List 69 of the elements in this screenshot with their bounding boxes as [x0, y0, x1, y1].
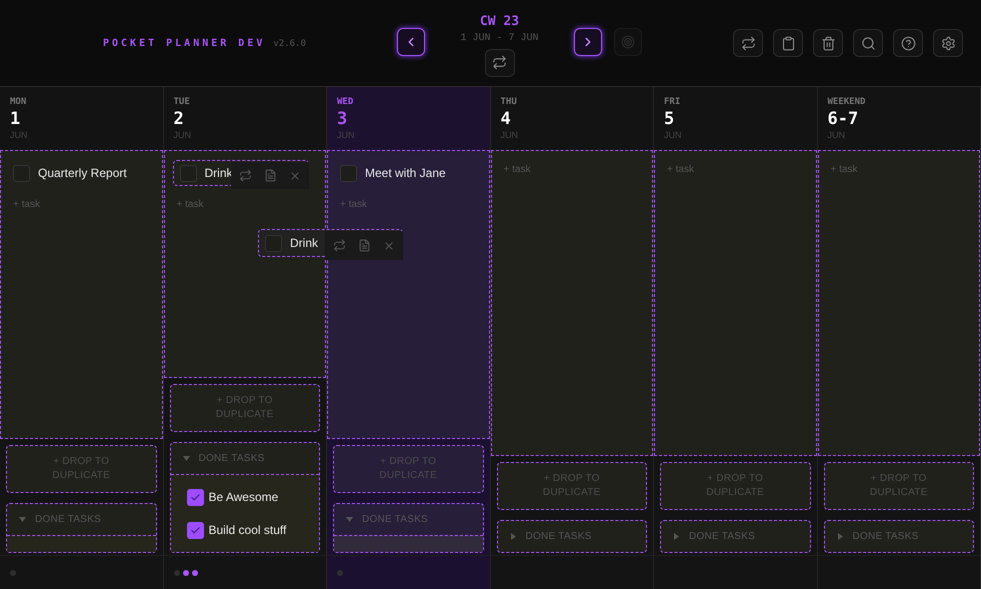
- clipboard-button[interactable]: [773, 29, 803, 57]
- day-number: 6-7: [828, 108, 858, 130]
- task-item[interactable]: Drink: [172, 160, 309, 186]
- day-number: 4: [500, 108, 511, 130]
- close-icon[interactable]: [383, 240, 395, 252]
- checked-checkbox[interactable]: [186, 522, 204, 538]
- target-icon: [621, 35, 635, 49]
- weekday-label: FRI: [664, 96, 680, 108]
- add-task-link[interactable]: + task: [504, 162, 530, 177]
- document-icon[interactable]: [358, 239, 371, 252]
- add-task-link[interactable]: + task: [176, 197, 204, 212]
- close-icon[interactable]: [289, 170, 301, 182]
- task-title: Quarterly Report: [38, 165, 127, 182]
- done-task-item[interactable]: Be Awesome: [186, 488, 303, 506]
- target-button[interactable]: [614, 28, 642, 56]
- repeat-icon[interactable]: [239, 169, 252, 182]
- trash-icon: [820, 36, 836, 50]
- help-icon: [900, 36, 916, 50]
- weekday-label: MON: [10, 96, 26, 108]
- check-icon: [190, 524, 200, 536]
- task-title: Drink: [290, 235, 318, 252]
- day-number: 2: [174, 108, 184, 130]
- repeat-button[interactable]: [733, 29, 763, 57]
- weekday-label: THU: [500, 96, 517, 108]
- day-number: 3: [337, 108, 348, 130]
- task-item[interactable]: Meet with Jane: [340, 160, 476, 186]
- weekday-label: WEEKEND: [828, 96, 866, 108]
- clipboard-icon: [780, 36, 796, 50]
- week-number: CW 23: [480, 13, 520, 31]
- done-tasks-toggle[interactable]: DONE TASKS: [661, 521, 810, 552]
- weekday-label: WED: [337, 96, 354, 108]
- task-title: Be Awesome: [208, 489, 278, 506]
- weekday-label: TUE: [174, 96, 190, 108]
- document-icon[interactable]: [264, 169, 277, 182]
- done-tasks-toggle[interactable]: DONE TASKS: [824, 521, 973, 552]
- checkbox[interactable]: [265, 234, 282, 252]
- search-button[interactable]: [853, 29, 883, 57]
- done-task-item[interactable]: Build cool stuff: [186, 521, 303, 539]
- dragged-task[interactable]: Drink: [258, 229, 403, 257]
- checkbox[interactable]: [340, 164, 357, 182]
- day-number: 5: [664, 108, 674, 130]
- help-button[interactable]: [893, 29, 923, 57]
- day-number: 1: [10, 108, 20, 130]
- trash-button[interactable]: [813, 29, 843, 57]
- app-title: POCKET PLANNER DEV: [103, 37, 266, 51]
- add-task-link[interactable]: + task: [830, 162, 858, 177]
- task-title: Drink: [204, 165, 233, 182]
- done-tasks-toggle[interactable]: DONE TASKS: [498, 521, 646, 552]
- task-item[interactable]: Quarterly Report: [13, 160, 150, 186]
- settings-button[interactable]: [933, 29, 963, 57]
- add-task-link[interactable]: + task: [667, 162, 694, 177]
- next-week-button[interactable]: [574, 28, 602, 56]
- done-tasks-toggle[interactable]: DONE TASKS: [170, 443, 319, 474]
- date-range: 1 JUN - 7 JUN: [460, 32, 538, 46]
- version-label: v2.6.0: [273, 38, 306, 51]
- repeat-icon: [492, 55, 507, 70]
- repeat-icon: [740, 36, 756, 50]
- previous-week-button[interactable]: [397, 28, 425, 56]
- settings-icon: [940, 36, 956, 50]
- search-icon: [860, 36, 876, 50]
- checkbox[interactable]: [180, 164, 196, 182]
- repeat-icon[interactable]: [333, 239, 346, 252]
- check-icon: [190, 492, 200, 502]
- checkbox[interactable]: [13, 164, 30, 182]
- add-task-link[interactable]: + task: [13, 197, 40, 212]
- task-title: Build cool stuff: [208, 522, 286, 539]
- repeat-button[interactable]: [484, 48, 514, 76]
- task-title: Meet with Jane: [365, 165, 446, 182]
- checked-checkbox[interactable]: [186, 488, 204, 506]
